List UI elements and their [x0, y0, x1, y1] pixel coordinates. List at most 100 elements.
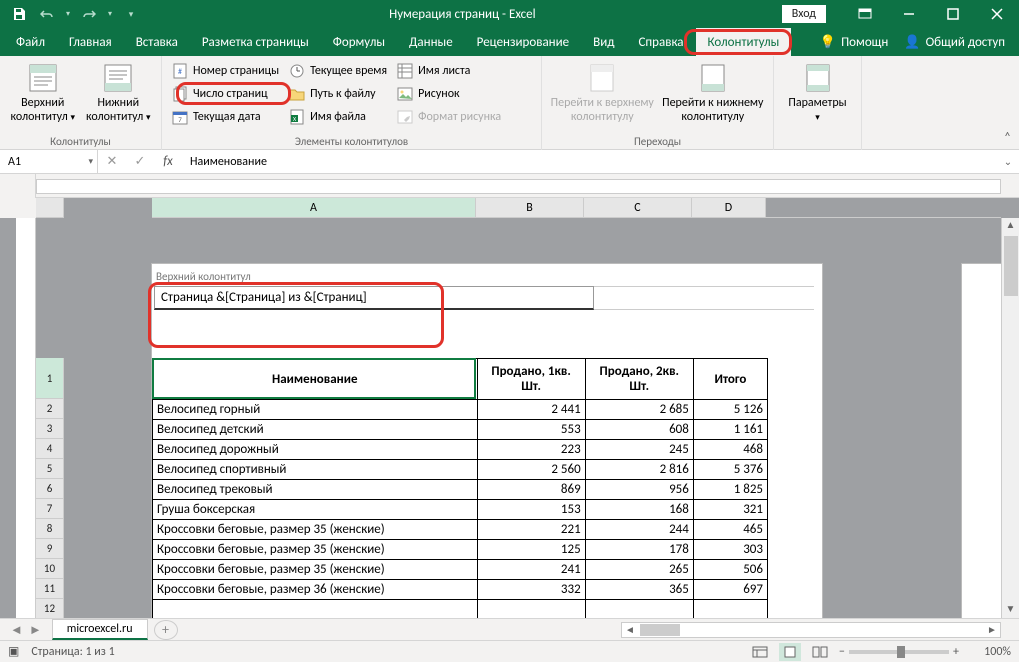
fx-icon[interactable]: fx — [154, 150, 182, 174]
table-cell[interactable]: Велосипед дорожный — [153, 440, 478, 460]
table-cell[interactable]: Велосипед горный — [153, 400, 478, 420]
table-cell[interactable]: 245 — [585, 440, 693, 460]
zoom-slider[interactable] — [849, 650, 949, 654]
table-cell[interactable]: Кроссовки беговые, размер 36 (женские) — [153, 580, 478, 600]
tell-me-button[interactable]: 💡Помощн — [820, 35, 888, 50]
cancel-icon[interactable]: ✕ — [98, 150, 126, 174]
table-cell[interactable]: 178 — [585, 540, 693, 560]
tab-data[interactable]: Данные — [397, 28, 465, 56]
scroll-thumb[interactable] — [640, 624, 680, 636]
redo-icon[interactable] — [76, 2, 102, 26]
table-cell[interactable]: 332 — [477, 580, 585, 600]
undo-icon[interactable] — [34, 2, 60, 26]
table-header-cell[interactable]: Наименование — [153, 359, 478, 400]
save-icon[interactable] — [6, 2, 32, 26]
picture-button[interactable]: Рисунок — [393, 83, 505, 105]
table-cell[interactable] — [153, 600, 478, 619]
table-cell[interactable]: 2 816 — [585, 460, 693, 480]
scroll-up-icon[interactable]: ▲ — [1002, 218, 1019, 234]
sheet-nav-next-icon[interactable]: ► — [27, 622, 44, 638]
add-sheet-icon[interactable]: + — [154, 620, 178, 640]
table-cell[interactable]: Велосипед детский — [153, 420, 478, 440]
table-cell[interactable]: Кроссовки беговые, размер 35 (женские) — [153, 560, 478, 580]
col-header-d[interactable]: D — [692, 198, 766, 218]
page-layout-view-icon[interactable] — [779, 643, 801, 661]
col-header-c[interactable]: C — [584, 198, 692, 218]
zoom-control[interactable]: − + 100% — [839, 645, 1011, 659]
scroll-down-icon[interactable]: ▼ — [1002, 602, 1019, 618]
tab-view[interactable]: Вид — [581, 28, 626, 56]
row-header[interactable]: 10 — [36, 559, 64, 579]
table-cell[interactable]: 608 — [585, 420, 693, 440]
tab-headerfooter[interactable]: Колонтитулы — [696, 28, 792, 56]
table-cell[interactable]: 221 — [477, 520, 585, 540]
table-cell[interactable]: 125 — [477, 540, 585, 560]
normal-view-icon[interactable] — [749, 643, 771, 661]
table-cell[interactable]: 153 — [477, 500, 585, 520]
row-header[interactable]: 12 — [36, 599, 64, 619]
table-cell[interactable]: 869 — [477, 480, 585, 500]
options-button[interactable]: Параметры▾ — [780, 58, 855, 148]
scroll-thumb[interactable] — [1004, 236, 1018, 296]
tab-review[interactable]: Рецензирование — [465, 28, 581, 56]
table-cell[interactable]: 241 — [477, 560, 585, 580]
file-name-button[interactable]: XИмя файла — [285, 106, 391, 128]
expand-formula-bar-icon[interactable]: ⌄ — [997, 155, 1019, 168]
table-cell[interactable]: 365 — [585, 580, 693, 600]
undo-dropdown-icon[interactable]: ▾ — [62, 2, 74, 26]
table-cell[interactable]: 956 — [585, 480, 693, 500]
scroll-right-icon[interactable]: ► — [984, 623, 1000, 636]
table-cell[interactable] — [477, 600, 585, 619]
formula-bar[interactable]: Наименование — [182, 150, 997, 174]
table-cell[interactable]: Кроссовки беговые, размер 35 (женские) — [153, 520, 478, 540]
sheet-nav-prev-icon[interactable]: ◄ — [8, 622, 25, 638]
table-cell[interactable]: Велосипед трековый — [153, 480, 478, 500]
page-number-button[interactable]: #Номер страницы — [168, 60, 283, 82]
qat-customize-icon[interactable]: ▾ — [118, 2, 144, 26]
col-header-a[interactable]: A — [152, 198, 476, 218]
page-count-button[interactable]: Число страниц — [168, 83, 283, 105]
goto-footer-button[interactable]: Перейти к нижнему колонтитулу — [659, 58, 768, 135]
zoom-in-icon[interactable]: + — [953, 645, 959, 659]
zoom-level[interactable]: 100% — [963, 645, 1011, 659]
page-break-view-icon[interactable] — [809, 643, 831, 661]
table-cell[interactable]: Кроссовки беговые, размер 35 (женские) — [153, 540, 478, 560]
table-cell[interactable]: 468 — [693, 440, 767, 460]
tab-home[interactable]: Главная — [57, 28, 124, 56]
table-cell[interactable] — [585, 600, 693, 619]
footer-button[interactable]: Нижний колонтитул ▾ — [82, 58, 156, 135]
table-cell[interactable]: 5 376 — [693, 460, 767, 480]
table-cell[interactable]: 2 560 — [477, 460, 585, 480]
row-header[interactable]: 1 — [36, 358, 64, 399]
table-cell[interactable]: 244 — [585, 520, 693, 540]
redo-dropdown-icon[interactable]: ▾ — [104, 2, 116, 26]
maximize-icon[interactable] — [931, 0, 975, 28]
scroll-left-icon[interactable]: ◄ — [622, 623, 638, 636]
row-header[interactable]: 7 — [36, 499, 64, 519]
current-date-button[interactable]: 7Текущая дата — [168, 106, 283, 128]
close-icon[interactable] — [975, 0, 1019, 28]
table-cell[interactable]: 303 — [693, 540, 767, 560]
vertical-scrollbar[interactable]: ▲ ▼ — [1001, 218, 1019, 618]
table-cell[interactable]: 5 126 — [693, 400, 767, 420]
name-box[interactable]: A1▾ — [0, 150, 98, 174]
table-header-cell[interactable]: Продано, 2кв. Шт. — [585, 359, 693, 400]
login-button[interactable]: Вход — [781, 4, 827, 24]
tab-file[interactable]: Файл — [4, 28, 57, 56]
row-header[interactable]: 2 — [36, 399, 64, 419]
table-header-cell[interactable]: Продано, 1кв. Шт. — [477, 359, 585, 400]
header-left-section[interactable]: Страница &[Страница] из &[Страниц] — [154, 286, 594, 310]
row-header[interactable]: 8 — [36, 519, 64, 539]
sheet-name-button[interactable]: Имя листа — [393, 60, 505, 82]
table-cell[interactable]: 1 825 — [693, 480, 767, 500]
enter-icon[interactable]: ✓ — [126, 150, 154, 174]
horizontal-scrollbar[interactable]: ◄ ► — [621, 622, 1001, 638]
table-cell[interactable]: 553 — [477, 420, 585, 440]
table-cell[interactable]: 168 — [585, 500, 693, 520]
table-cell[interactable]: Велосипед спортивный — [153, 460, 478, 480]
table-cell[interactable]: 697 — [693, 580, 767, 600]
ribbon-display-options-icon[interactable] — [843, 0, 887, 28]
current-time-button[interactable]: Текущее время — [285, 60, 391, 82]
record-macro-icon[interactable]: ▣ — [8, 644, 19, 659]
table-cell[interactable]: 2 441 — [477, 400, 585, 420]
